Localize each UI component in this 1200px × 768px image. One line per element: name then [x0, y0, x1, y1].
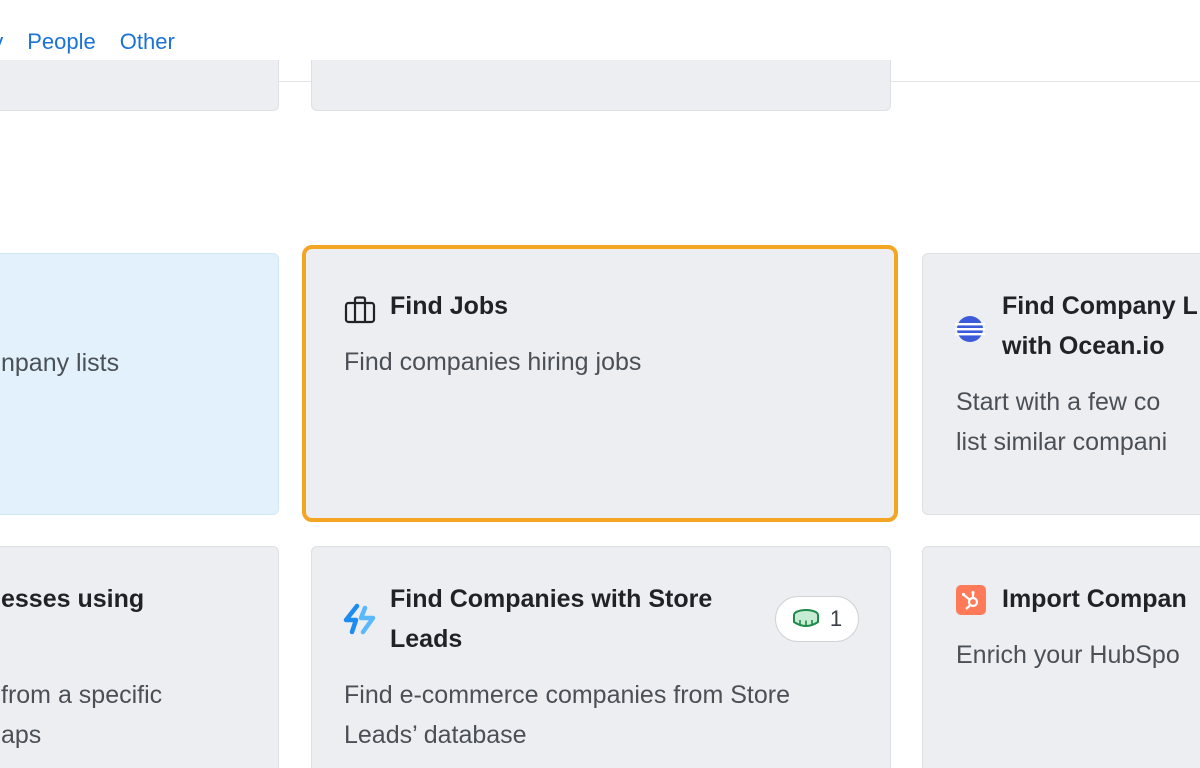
card-title: Import Compan [1002, 585, 1187, 613]
card-description-line-2: list similar compani [956, 428, 1168, 456]
card-description: npany lists [1, 349, 120, 377]
card-hubspot-import[interactable]: Import Compan Enrich your HubSpo [922, 546, 1200, 768]
card-find-jobs[interactable]: Find Jobs Find companies hiring jobs [302, 245, 898, 522]
card-title: Find Jobs [390, 292, 509, 320]
card-description-line-2: Leads’ database [344, 721, 527, 749]
card-description-line-1: Find e-commerce companies from Store [344, 681, 790, 709]
coin-stack-icon [792, 608, 820, 630]
card-title-line-2: with Ocean.io [1002, 332, 1165, 360]
credit-cost-badge: 1 [775, 596, 859, 642]
tab-other[interactable]: Other [120, 26, 175, 58]
card-description-line-1: from a specific [1, 681, 163, 709]
category-tabs: ny People Other [0, 26, 175, 58]
credit-count: 1 [829, 606, 843, 631]
hubspot-logo-icon [956, 585, 986, 615]
card-description: Find companies hiring jobs [344, 348, 642, 376]
ocean-io-logo-icon [955, 314, 985, 349]
tab-company[interactable]: ny [0, 26, 3, 58]
tab-people[interactable]: People [27, 26, 96, 58]
store-leads-logo-icon [343, 603, 377, 640]
card-title-line-1: Find Companies with Store [390, 585, 713, 613]
briefcase-icon [344, 295, 376, 330]
card-title: esses using [1, 585, 145, 613]
card-businesses[interactable]: esses using from a specific aps [0, 546, 279, 768]
card-description: Enrich your HubSpo [956, 641, 1180, 669]
card-description-line-2: aps [1, 721, 42, 749]
previous-card-left[interactable] [0, 60, 279, 111]
card-title-line-2: Leads [390, 625, 463, 653]
card-title-line-1: Find Company L [1002, 292, 1198, 320]
card-company-lists[interactable]: npany lists [0, 253, 279, 515]
card-description-line-1: Start with a few co [956, 388, 1161, 416]
card-store-leads[interactable]: Find Companies with Store Leads 1 Find e… [311, 546, 891, 768]
card-ocean-io[interactable]: Find Company L with Ocean.io Start with … [922, 253, 1200, 515]
previous-card-middle[interactable] [311, 60, 891, 111]
